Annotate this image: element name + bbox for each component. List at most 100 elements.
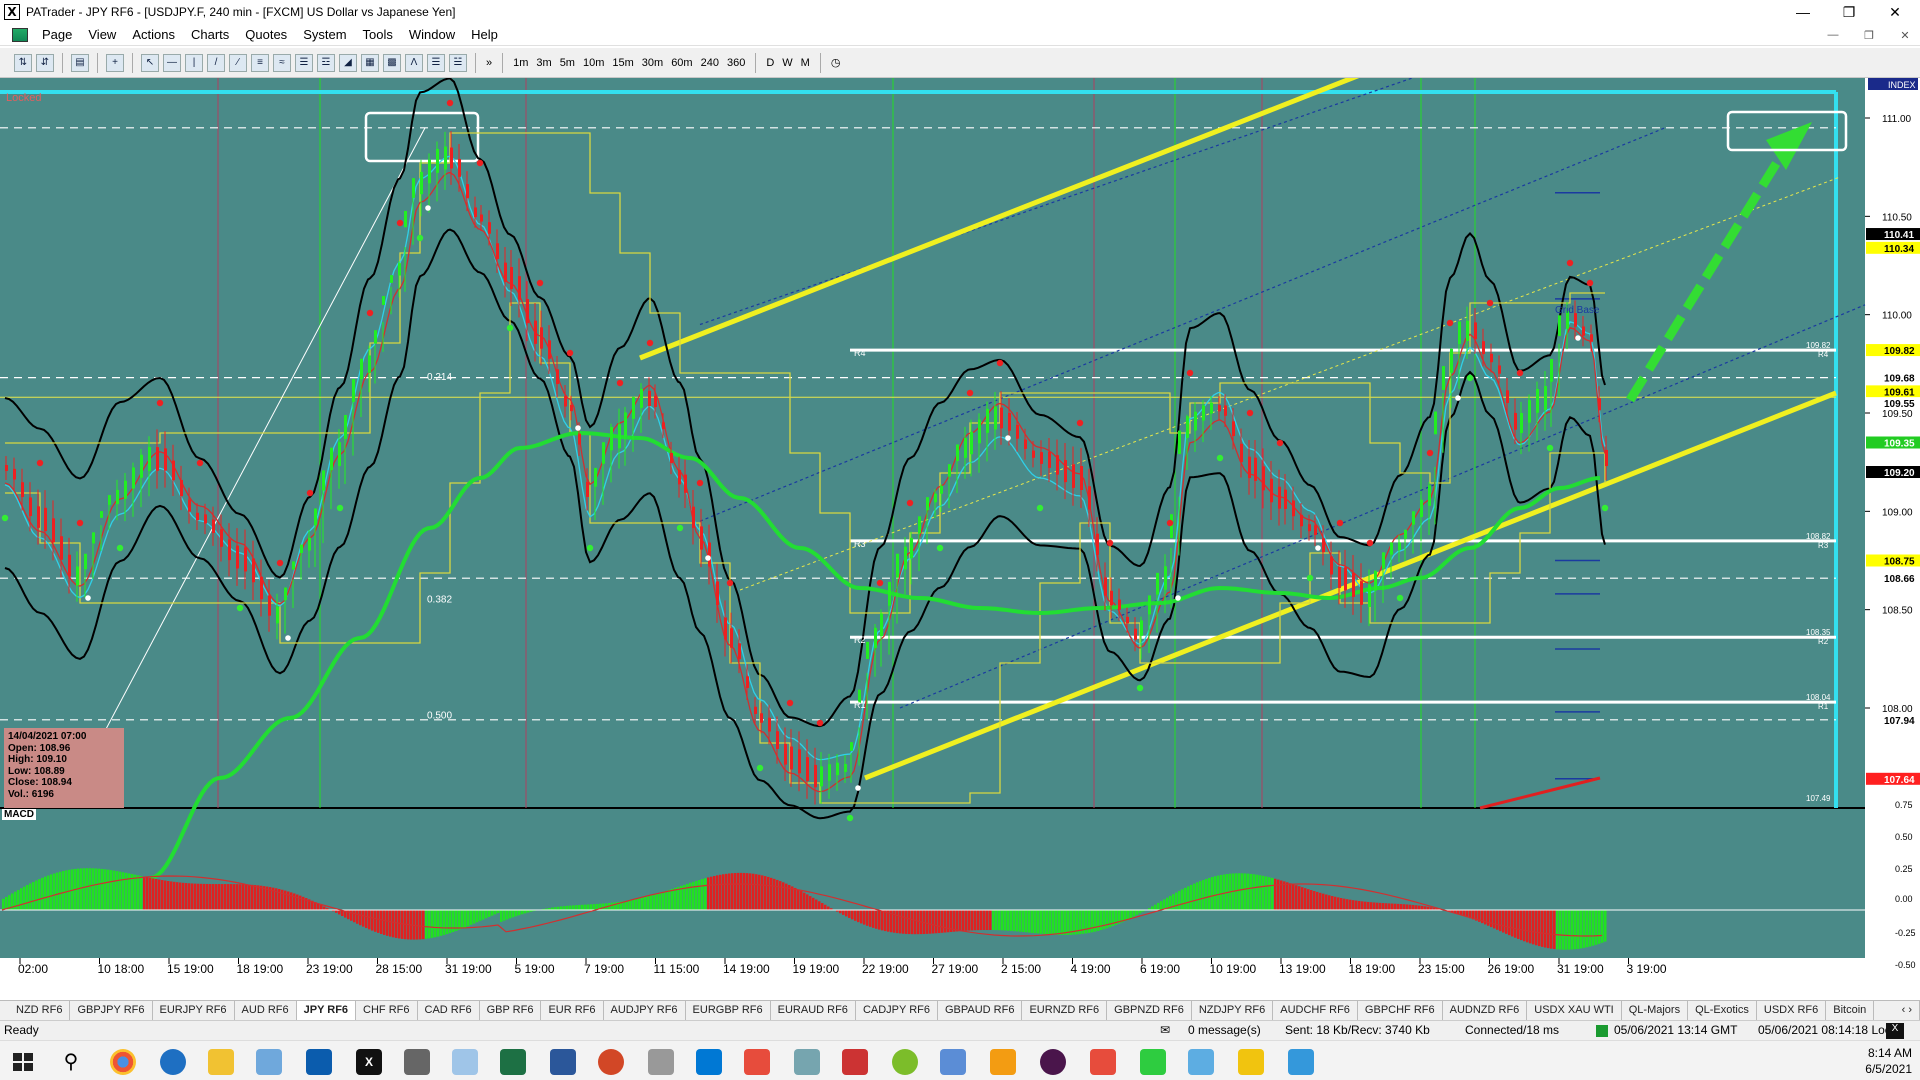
menu-quotes[interactable]: Quotes: [237, 24, 295, 46]
regression-icon[interactable]: ▩: [383, 53, 401, 72]
symbol-tab[interactable]: CADJPY RF6: [856, 1001, 938, 1020]
desktop-app-icon[interactable]: [1288, 1049, 1314, 1075]
fib-retracement-icon[interactable]: ☰: [295, 53, 313, 72]
snagit-icon[interactable]: [744, 1049, 770, 1075]
trend-line-icon[interactable]: /: [207, 53, 225, 72]
symbol-tab[interactable]: EURNZD RF6: [1022, 1001, 1108, 1020]
timeframe-10m[interactable]: 10m: [579, 54, 608, 72]
menu-window[interactable]: Window: [401, 24, 463, 46]
fib-fan-icon[interactable]: ≈: [273, 53, 291, 72]
period-daily[interactable]: D: [762, 54, 778, 72]
excel-icon[interactable]: [500, 1049, 526, 1075]
timeframe-360[interactable]: 360: [723, 54, 749, 72]
mdi-minimize-button[interactable]: —: [1815, 24, 1851, 46]
fibonacci-icon[interactable]: ≡: [251, 53, 269, 72]
calculator-icon[interactable]: [404, 1049, 430, 1075]
pointer-icon[interactable]: ↖: [141, 53, 159, 72]
timeframe-60m[interactable]: 60m: [667, 54, 696, 72]
period-monthly[interactable]: M: [797, 54, 814, 72]
app-tray-icon[interactable]: X: [1886, 1023, 1904, 1039]
timeframe-240[interactable]: 240: [697, 54, 723, 72]
restore-button[interactable]: ❐: [1826, 0, 1872, 24]
crosshair-icon[interactable]: +: [106, 53, 124, 72]
search-icon[interactable]: ⚲: [58, 1049, 84, 1075]
remote-desktop-icon[interactable]: [794, 1049, 820, 1075]
menu-charts[interactable]: Charts: [183, 24, 237, 46]
slack-icon[interactable]: [1040, 1049, 1066, 1075]
mdi-restore-button[interactable]: ❐: [1851, 24, 1887, 46]
delete-drawings-icon[interactable]: ☱: [449, 53, 467, 72]
c-app-icon[interactable]: [1090, 1049, 1116, 1075]
clock-icon[interactable]: ◷: [827, 54, 845, 72]
vertical-line-icon[interactable]: |: [185, 53, 203, 72]
symbol-tab[interactable]: GBPJPY RF6: [70, 1001, 153, 1020]
horizontal-line-icon[interactable]: —: [163, 53, 181, 72]
symbol-tab[interactable]: JPY RF6: [296, 1001, 357, 1020]
word-icon[interactable]: [550, 1049, 576, 1075]
symbol-tab[interactable]: NZD RF6: [9, 1001, 71, 1020]
landscape-app-icon[interactable]: [1188, 1049, 1214, 1075]
toolbar-overflow-icon[interactable]: »: [482, 54, 496, 72]
symbol-tab[interactable]: GBP RF6: [480, 1001, 542, 1020]
price-chart-area[interactable]: 111.00 110.50 110.00 109.50 109.00 108.50 108.…: [0, 78, 1920, 979]
menu-help[interactable]: Help: [463, 24, 506, 46]
orange-app-icon[interactable]: [990, 1049, 1016, 1075]
symbol-tab[interactable]: AUDCHF RF6: [1273, 1001, 1358, 1020]
chrome-icon[interactable]: [110, 1049, 136, 1075]
outlook-icon[interactable]: [306, 1049, 332, 1075]
chart-window-icon[interactable]: [12, 27, 28, 42]
symbol-tab[interactable]: CHF RF6: [356, 1001, 418, 1020]
symbol-tab[interactable]: GBPNZD RF6: [1107, 1001, 1192, 1020]
symbol-tab[interactable]: EURGBP RF6: [686, 1001, 771, 1020]
timeframe-30m[interactable]: 30m: [638, 54, 667, 72]
file-explorer-icon[interactable]: [208, 1049, 234, 1075]
timeframe-5m[interactable]: 5m: [556, 54, 579, 72]
symbol-tab[interactable]: Bitcoin: [1826, 1001, 1875, 1020]
mdi-close-button[interactable]: ✕: [1887, 24, 1920, 46]
link-icon[interactable]: ⇅: [14, 53, 32, 72]
notepad-icon[interactable]: [256, 1049, 282, 1075]
chart-type-icon[interactable]: ▤: [71, 53, 89, 72]
minimize-button[interactable]: —: [1780, 0, 1826, 24]
timeframe-15m[interactable]: 15m: [608, 54, 637, 72]
pitchfork-icon[interactable]: Λ: [405, 53, 423, 72]
gann-fan-icon[interactable]: ◢: [339, 53, 357, 72]
mail-icon[interactable]: ✉: [1160, 1023, 1170, 1037]
network-icon[interactable]: [940, 1049, 966, 1075]
close-button[interactable]: ✕: [1872, 0, 1918, 24]
menu-view[interactable]: View: [80, 24, 124, 46]
symbol-tab[interactable]: AUD RF6: [235, 1001, 297, 1020]
camtasia-icon[interactable]: [1140, 1049, 1166, 1075]
gann-grid-icon[interactable]: ▦: [361, 53, 379, 72]
timeframe-1m[interactable]: 1m: [509, 54, 532, 72]
symbol-tab[interactable]: USDX RF6: [1757, 1001, 1827, 1020]
skype-icon[interactable]: [696, 1049, 722, 1075]
unlink-icon[interactable]: ⇵: [36, 53, 54, 72]
fib-extension-icon[interactable]: ☲: [317, 53, 335, 72]
edge-icon[interactable]: [160, 1049, 186, 1075]
leaf-app-icon[interactable]: [892, 1049, 918, 1075]
timeframe-3m[interactable]: 3m: [532, 54, 555, 72]
powerpoint-icon[interactable]: [598, 1049, 624, 1075]
symbol-tab[interactable]: NZDJPY RF6: [1192, 1001, 1274, 1020]
symbol-tab[interactable]: AUDJPY RF6: [604, 1001, 686, 1020]
symbol-tab[interactable]: AUDNZD RF6: [1443, 1001, 1528, 1020]
menu-page[interactable]: Page: [34, 24, 80, 46]
symbol-tab[interactable]: EURJPY RF6: [153, 1001, 235, 1020]
price-chart-canvas[interactable]: 111.00 110.50 110.00 109.50 109.00 108.50 108.…: [0, 78, 1920, 979]
symbol-tab[interactable]: GBPCHF RF6: [1358, 1001, 1443, 1020]
taskbar-clock[interactable]: 8:14 AM 6/5/2021: [1865, 1045, 1912, 1077]
menu-system[interactable]: System: [295, 24, 354, 46]
menu-tools[interactable]: Tools: [355, 24, 401, 46]
status-messages[interactable]: 0 message(s): [1188, 1023, 1261, 1037]
text-tool-icon[interactable]: ☰: [427, 53, 445, 72]
start-icon[interactable]: [10, 1049, 36, 1075]
bird-app-icon[interactable]: [842, 1049, 868, 1075]
channel-icon[interactable]: ∕: [229, 53, 247, 72]
period-weekly[interactable]: W: [778, 54, 796, 72]
symbol-tab[interactable]: USDX XAU WTI: [1527, 1001, 1622, 1020]
symbol-tab[interactable]: QL-Exotics: [1688, 1001, 1757, 1020]
menu-actions[interactable]: Actions: [124, 24, 183, 46]
symbol-tab[interactable]: CAD RF6: [418, 1001, 480, 1020]
symbol-tab[interactable]: EURAUD RF6: [771, 1001, 856, 1020]
